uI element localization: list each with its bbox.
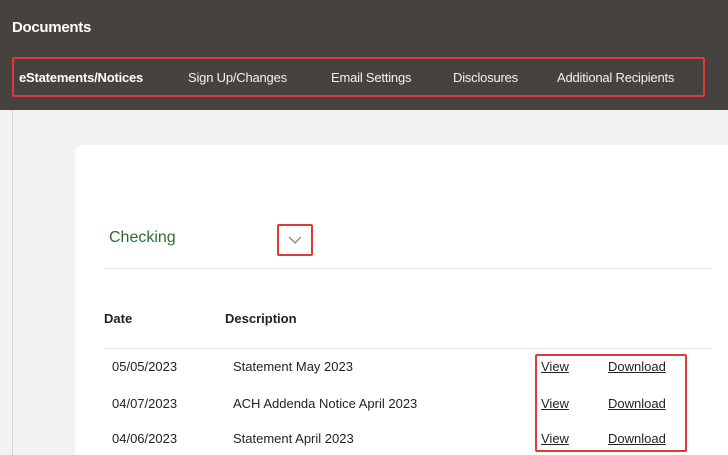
row-date: 04/06/2023 bbox=[112, 431, 178, 446]
header-bar: Documents bbox=[0, 0, 728, 48]
table-header-divider bbox=[104, 348, 712, 349]
page-title: Documents bbox=[12, 19, 91, 36]
account-select-value[interactable]: Checking bbox=[109, 229, 176, 247]
row-date: 05/05/2023 bbox=[112, 359, 178, 374]
left-border bbox=[12, 110, 13, 455]
nav-bar: eStatements/Notices Sign Up/Changes Emai… bbox=[0, 48, 728, 110]
links-highlight-box bbox=[535, 354, 687, 452]
account-select-toggle[interactable] bbox=[277, 224, 313, 256]
tab-additional-recipients[interactable]: Additional Recipients bbox=[557, 70, 674, 85]
tab-disclosures[interactable]: Disclosures bbox=[453, 70, 518, 85]
tab-estatements-notices[interactable]: eStatements/Notices bbox=[19, 70, 143, 85]
row-description: ACH Addenda Notice April 2023 bbox=[233, 396, 418, 411]
tab-email-settings[interactable]: Email Settings bbox=[331, 70, 411, 85]
column-header-date: Date bbox=[104, 311, 133, 326]
divider bbox=[104, 268, 712, 269]
row-description: Statement April 2023 bbox=[233, 431, 354, 446]
tab-sign-up-changes[interactable]: Sign Up/Changes bbox=[188, 70, 287, 85]
row-date: 04/07/2023 bbox=[112, 396, 178, 411]
row-description: Statement May 2023 bbox=[233, 359, 353, 374]
chevron-down-icon bbox=[288, 236, 302, 244]
column-header-description: Description bbox=[225, 311, 297, 326]
